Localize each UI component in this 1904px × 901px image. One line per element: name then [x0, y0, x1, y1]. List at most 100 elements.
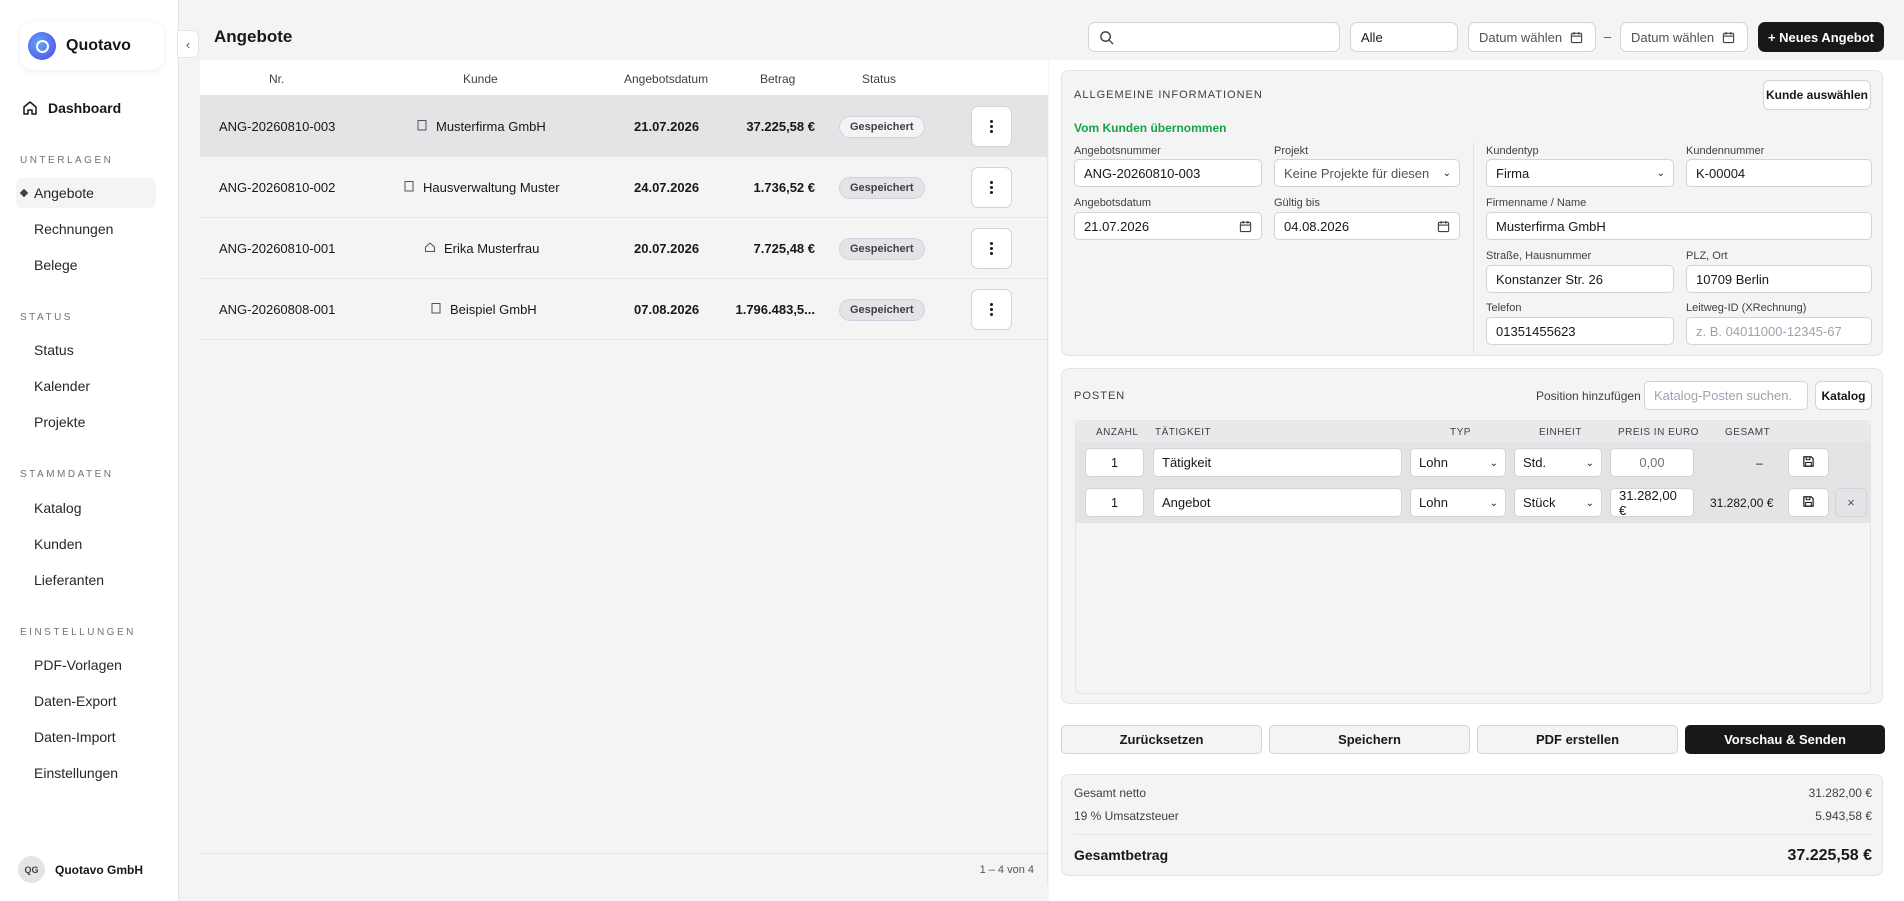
type-value: Lohn	[1419, 495, 1448, 510]
create-pdf-button[interactable]: PDF erstellen	[1477, 725, 1678, 754]
activity-input[interactable]: Tätigkeit	[1153, 448, 1402, 477]
sidebar-item-label: Projekte	[34, 414, 86, 430]
table-row[interactable]: ANG-20260810-003 Musterfirma GmbH 21.07.20…	[200, 96, 1048, 157]
row-actions-button[interactable]	[971, 106, 1012, 147]
customer-cell: Beispiel GmbH	[430, 302, 537, 317]
nav-section-status: STATUS	[20, 312, 73, 323]
column-header[interactable]: Kunde	[463, 72, 498, 86]
net-total-value: 31.282,00 €	[1808, 786, 1872, 800]
customer-type-value: Firma	[1496, 165, 1530, 181]
sidebar-item-status[interactable]: Status	[16, 335, 156, 365]
offer-number-field[interactable]: ANG-20260810-003	[1074, 159, 1262, 187]
date-from-label: Datum wählen	[1479, 29, 1563, 45]
type-select[interactable]: Lohn ⌄	[1410, 488, 1506, 517]
user-menu[interactable]: QG Quotavo GmbH	[18, 856, 143, 883]
column-header[interactable]: Angebotsdatum	[624, 72, 708, 86]
customer-type-select[interactable]: Firma ⌄	[1486, 159, 1674, 187]
offer-list: Nr. Kunde Angebotsdatum Betrag Status AN…	[200, 60, 1048, 886]
sidebar: Quotavo Dashboard UNTERLAGEN Angebote Re…	[0, 0, 179, 901]
table-row[interactable]: ANG-20260810-001 Erika Musterfrau 20.07.20…	[200, 218, 1048, 279]
calendar-icon[interactable]	[1437, 220, 1450, 233]
zip-city-field[interactable]: 10709 Berlin	[1686, 265, 1872, 293]
net-total-row: Gesamt netto 31.282,00 €	[1074, 786, 1872, 800]
date-from-picker[interactable]: Datum wählen	[1468, 22, 1596, 52]
sidebar-item-einstellungen[interactable]: Einstellungen	[16, 758, 156, 788]
sidebar-item-dashboard[interactable]: Dashboard	[22, 96, 121, 120]
column-header[interactable]: Nr.	[269, 72, 284, 86]
search-input[interactable]	[1088, 22, 1340, 52]
new-offer-button[interactable]: + Neues Angebot	[1758, 22, 1884, 52]
date-to-picker[interactable]: Datum wählen	[1620, 22, 1748, 52]
table-row[interactable]: ANG-20260808-001 Beispiel GmbH 07.08.2026 1…	[200, 279, 1048, 340]
field-label: Angebotsdatum	[1074, 197, 1152, 209]
leitweg-id-field[interactable]: z. B. 04011000-12345-67	[1686, 317, 1872, 345]
offer-amount: 7.725,48 €	[753, 241, 815, 256]
project-select[interactable]: Keine Projekte für diesen ⌄	[1274, 159, 1460, 187]
sidebar-item-katalog[interactable]: Katalog	[16, 493, 156, 523]
pagination-info: 1 – 4 von 4	[200, 853, 1048, 886]
column-header[interactable]: Status	[862, 72, 896, 86]
save-position-button[interactable]	[1788, 488, 1829, 517]
sidebar-item-pdf-vorlagen[interactable]: PDF-Vorlagen	[16, 650, 156, 680]
valid-until-field[interactable]: 04.08.2026	[1274, 212, 1460, 240]
sidebar-item-belege[interactable]: Belege	[16, 250, 156, 280]
status-filter-select[interactable]: Alle	[1350, 22, 1458, 52]
activity-input[interactable]: Angebot	[1153, 488, 1402, 517]
row-actions-button[interactable]	[971, 167, 1012, 208]
section-title: ALLGEMEINE INFORMATIONEN	[1074, 89, 1263, 101]
reset-button[interactable]: Zurücksetzen	[1061, 725, 1262, 754]
catalog-search-input[interactable]: Katalog-Posten suchen.	[1644, 381, 1808, 410]
sidebar-item-label: PDF-Vorlagen	[34, 657, 122, 673]
sidebar-item-label: Daten-Export	[34, 693, 117, 709]
unit-select[interactable]: Std. ⌄	[1514, 448, 1602, 477]
type-value: Lohn	[1419, 455, 1448, 470]
status-badge: Gespeichert	[839, 177, 925, 199]
brand[interactable]: Quotavo	[20, 22, 164, 70]
date-to-label: Datum wählen	[1631, 29, 1715, 45]
preview-send-button[interactable]: Vorschau & Senden	[1685, 725, 1885, 754]
column-header[interactable]: Betrag	[760, 72, 795, 86]
row-actions-button[interactable]	[971, 228, 1012, 269]
remove-position-button[interactable]: ×	[1835, 488, 1867, 517]
unit-select[interactable]: Stück ⌄	[1514, 488, 1602, 517]
sidebar-item-lieferanten[interactable]: Lieferanten	[16, 565, 156, 595]
building-icon	[430, 302, 442, 317]
chevron-down-icon: ⌄	[1585, 458, 1594, 469]
table-row[interactable]: ANG-20260810-002 Hausverwaltung Muster 24.…	[200, 157, 1048, 218]
row-actions-button[interactable]	[971, 289, 1012, 330]
company-name-field[interactable]: Musterfirma GmbH	[1486, 212, 1872, 240]
quantity-input[interactable]: 1	[1085, 488, 1144, 517]
street-field[interactable]: Konstanzer Str. 26	[1486, 265, 1674, 293]
divider	[1473, 143, 1474, 353]
building-icon	[416, 119, 428, 134]
phone-field[interactable]: 01351455623	[1486, 317, 1674, 345]
nav-section-stammdaten: STAMMDATEN	[20, 469, 114, 480]
collapse-sidebar-button[interactable]: ‹	[177, 30, 199, 58]
sidebar-item-label: Einstellungen	[34, 765, 119, 781]
building-icon	[403, 180, 415, 195]
sidebar-item-kunden[interactable]: Kunden	[16, 529, 156, 559]
field-label: Kundentyp	[1486, 145, 1539, 157]
price-input[interactable]: 0,00	[1610, 448, 1694, 477]
select-customer-button[interactable]: Kunde auswählen	[1763, 80, 1871, 110]
field-label: Angebotsnummer	[1074, 145, 1161, 157]
sidebar-item-label: Angebote	[34, 185, 94, 201]
chevron-down-icon: ⌄	[1442, 168, 1451, 179]
sidebar-item-daten-import[interactable]: Daten-Import	[16, 722, 156, 752]
type-select[interactable]: Lohn ⌄	[1410, 448, 1506, 477]
sidebar-item-rechnungen[interactable]: Rechnungen	[16, 214, 156, 244]
sidebar-item-projekte[interactable]: Projekte	[16, 407, 156, 437]
valid-until-value: 04.08.2026	[1284, 218, 1350, 234]
catalog-button[interactable]: Katalog	[1815, 381, 1872, 410]
quantity-input[interactable]: 1	[1085, 448, 1144, 477]
more-vertical-icon	[990, 181, 993, 194]
save-position-button[interactable]	[1788, 448, 1829, 477]
customer-number-field[interactable]: K-00004	[1686, 159, 1872, 187]
sidebar-item-angebote[interactable]: Angebote	[16, 178, 156, 208]
sidebar-item-daten-export[interactable]: Daten-Export	[16, 686, 156, 716]
calendar-icon[interactable]	[1239, 220, 1252, 233]
offer-date-field[interactable]: 21.07.2026	[1074, 212, 1262, 240]
sidebar-item-kalender[interactable]: Kalender	[16, 371, 156, 401]
save-button[interactable]: Speichern	[1269, 725, 1470, 754]
price-input[interactable]: 31.282,00 €	[1610, 488, 1694, 518]
